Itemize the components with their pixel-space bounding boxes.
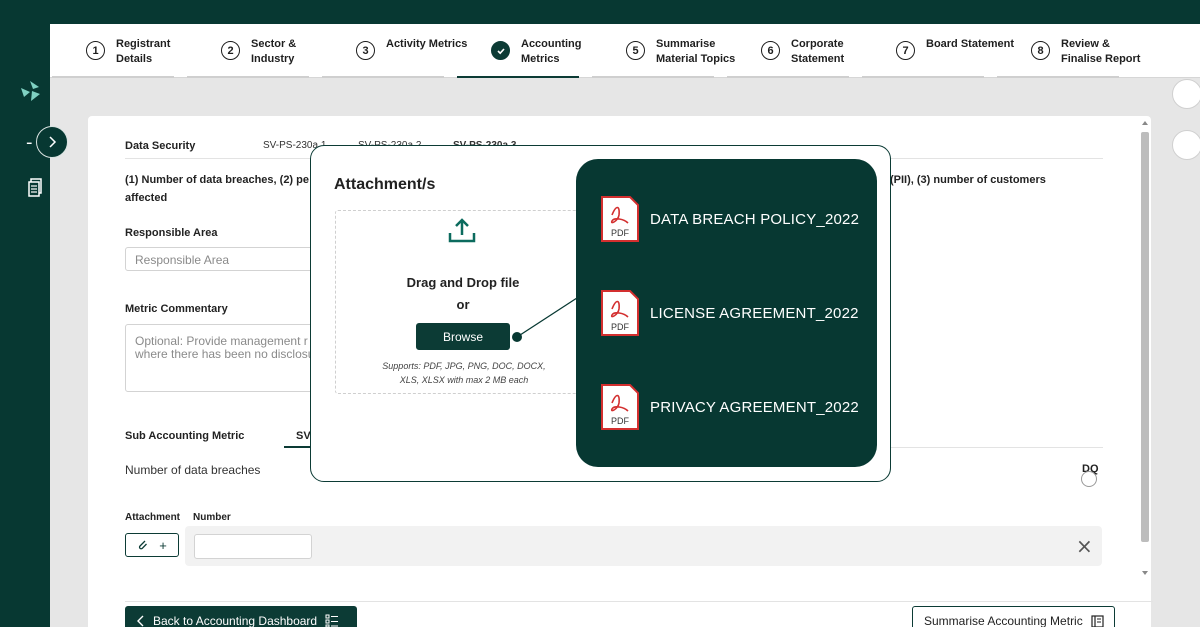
metric-description-line2: affected — [125, 192, 168, 204]
book-icon — [1091, 614, 1104, 627]
progress-stepper: 1 Registrant Details 2 Sector & Industry 3 Ac… — [50, 24, 1200, 78]
remove-row-icon[interactable]: × — [1076, 534, 1093, 558]
chevron-left-icon — [137, 615, 144, 627]
step-number: 6 — [761, 41, 780, 60]
attached-file-item[interactable]: PDF PRIVACY AGREEMENT_2022 — [600, 383, 859, 431]
sub-metric-label: Sub Accounting Metric — [125, 430, 245, 442]
step-5[interactable]: 5 Summarise Material Topics — [592, 24, 735, 78]
browse-button[interactable]: Browse — [416, 323, 510, 350]
step-4[interactable]: Accounting Metrics — [457, 24, 582, 78]
step-number: 7 — [896, 41, 915, 60]
attached-file-item[interactable]: PDF DATA BREACH POLICY_2022 — [600, 195, 859, 243]
scroll-up-icon[interactable] — [1141, 120, 1149, 126]
chevron-right-icon — [49, 136, 57, 148]
rail-collapse-dash-icon: - — [26, 132, 33, 153]
help-panel-button[interactable] — [1172, 130, 1200, 160]
metric-entry-row — [185, 526, 1102, 566]
sub-metric-item: Number of data breaches — [125, 463, 261, 477]
footer-divider — [125, 601, 1153, 602]
step-number: 3 — [356, 41, 375, 60]
responsible-area-label: Responsible Area — [125, 227, 218, 239]
metric-description-left: (1) Number of data breaches, (2) pe — [125, 174, 309, 186]
pdf-file-icon: PDF — [601, 290, 639, 336]
step-number: 8 — [1031, 41, 1050, 60]
step-6[interactable]: 6 Corporate Statement — [727, 24, 849, 78]
number-column-header: Number — [193, 512, 231, 523]
back-to-dashboard-button[interactable]: Back to Accounting Dashboard — [125, 606, 357, 627]
step-number: 1 — [86, 41, 105, 60]
attached-file-name: LICENSE AGREEMENT_2022 — [650, 304, 859, 322]
modal-title: Attachment/s — [334, 176, 436, 193]
metric-topic: Data Security — [125, 140, 196, 152]
list-icon — [325, 614, 339, 627]
step-3[interactable]: 3 Activity Metrics — [322, 24, 467, 78]
attached-files-panel: PDF DATA BREACH POLICY_2022 PDF LICENSE AGR… — [576, 159, 877, 467]
supported-formats-line1: Supports: PDF, JPG, PNG, DOC, DOCX, — [382, 361, 546, 371]
drop-title: Drag and Drop file — [406, 275, 520, 290]
attached-file-name: PRIVACY AGREEMENT_2022 — [650, 398, 859, 416]
sidebar-toggle-button[interactable] — [36, 126, 68, 158]
paperclip-icon — [138, 540, 148, 550]
supported-formats-line2: XLS, XLSX with max 2 MB each — [399, 375, 529, 385]
connector-line — [512, 295, 581, 342]
next-panel-button[interactable] — [1172, 79, 1200, 109]
app-logo-icon — [21, 81, 40, 101]
check-icon — [491, 41, 510, 60]
upload-icon — [448, 218, 476, 243]
svg-text:PDF: PDF — [611, 228, 630, 238]
pdf-file-icon: PDF — [601, 384, 639, 430]
supported-formats: Supports: PDF, JPG, PNG, DOC, DOCX, XLS,… — [356, 359, 572, 387]
metric-description-right: (PII), (3) number of customers — [890, 174, 1046, 186]
svg-text:PDF: PDF — [611, 322, 630, 332]
summarise-accounting-metric-button[interactable]: Summarise Accounting Metric — [912, 606, 1115, 627]
step-7[interactable]: 7 Board Statement — [862, 24, 1014, 78]
attached-file-name: DATA BREACH POLICY_2022 — [650, 210, 860, 228]
card-scrollbar[interactable] — [1138, 120, 1152, 578]
step-2[interactable]: 2 Sector & Industry — [187, 24, 309, 78]
document-icon[interactable] — [28, 178, 44, 198]
summarise-button-label: Summarise Accounting Metric — [924, 614, 1083, 627]
step-8[interactable]: 8 Review & Finalise Report — [997, 24, 1140, 78]
add-attachment-button[interactable]: + — [125, 533, 179, 557]
step-number: 2 — [221, 41, 240, 60]
step-label: Review & Finalise Report — [1061, 38, 1141, 65]
step-1[interactable]: 1 Registrant Details — [52, 24, 174, 78]
plus-icon: + — [159, 537, 167, 553]
pdf-file-icon: PDF — [601, 196, 639, 242]
metric-commentary-textarea[interactable]: Optional: Provide management r where the… — [125, 324, 325, 392]
attached-file-item[interactable]: PDF LICENSE AGREEMENT_2022 — [600, 289, 859, 337]
scrollbar-thumb[interactable] — [1141, 132, 1149, 542]
scroll-down-icon[interactable] — [1141, 570, 1149, 576]
responsible-area-input[interactable]: Responsible Area — [125, 247, 325, 271]
step-number: 5 — [626, 41, 645, 60]
dq-radio[interactable] — [1081, 471, 1097, 487]
back-button-label: Back to Accounting Dashboard — [153, 614, 318, 627]
attachment-column-header: Attachment — [125, 512, 181, 523]
svg-text:PDF: PDF — [611, 416, 630, 426]
number-input[interactable] — [194, 534, 312, 559]
metric-commentary-label: Metric Commentary — [125, 303, 228, 315]
